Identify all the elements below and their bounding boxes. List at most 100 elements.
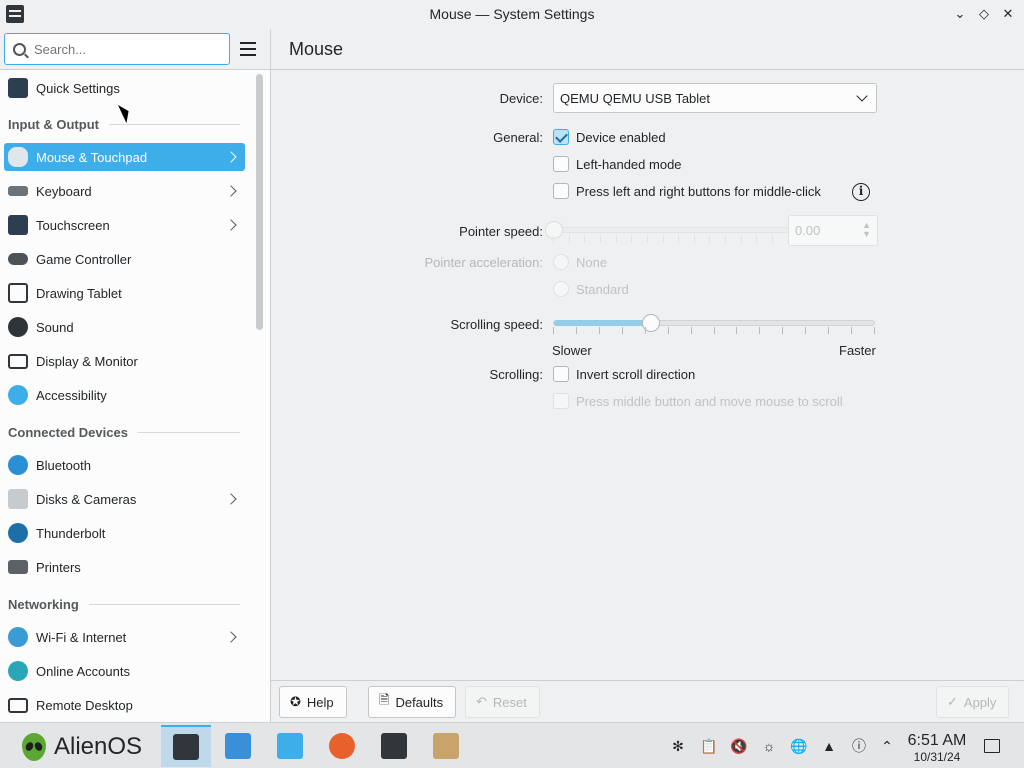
sidebar-item-remote-desktop[interactable]: Remote Desktop	[4, 691, 245, 719]
scrolling-speed-slider[interactable]	[553, 314, 875, 332]
keyboard-layout-icon[interactable]: ▲	[820, 737, 838, 755]
clock[interactable]: 6:51 AM 10/31/24	[905, 732, 969, 764]
slider-tick	[576, 327, 577, 334]
help-icon: ✪	[290, 694, 301, 709]
left-handed-checkbox[interactable]	[553, 156, 569, 172]
bluetooth-icon	[8, 455, 28, 475]
sidebar-item-drawing-tablet[interactable]: Drawing Tablet	[4, 279, 245, 307]
terminal-icon	[381, 733, 407, 759]
task-discover[interactable]	[213, 725, 263, 767]
sidebar-item-label: Drawing Tablet	[36, 285, 122, 301]
slider-tick	[736, 327, 737, 334]
show-desktop-icon[interactable]	[984, 739, 1000, 753]
invert-scroll-label[interactable]: Invert scroll direction	[576, 367, 695, 382]
gamepad-icon	[8, 253, 28, 265]
start-label: AlienOS	[54, 733, 143, 760]
search-icon	[13, 42, 26, 56]
clock-date: 10/31/24	[913, 750, 961, 764]
alien-logo-icon	[22, 733, 46, 761]
touchscreen-icon	[8, 215, 28, 235]
slider-tick	[622, 327, 623, 334]
section-header-connected-devices: Connected Devices	[8, 425, 240, 440]
undo-icon: ↶	[476, 694, 487, 709]
sidebar-item-game-controller[interactable]: Game Controller	[4, 245, 245, 273]
hamburger-menu-icon[interactable]	[240, 42, 258, 56]
device-combobox[interactable]: QEMU QEMU USB Tablet	[553, 83, 877, 113]
firefox-icon	[329, 733, 355, 759]
search-input[interactable]	[34, 41, 214, 57]
title-bar: Mouse — System Settings ⌄ ◇ ✕	[0, 0, 1024, 30]
slider-tick	[782, 327, 783, 334]
task-archive[interactable]	[421, 725, 471, 767]
store-icon	[225, 733, 251, 759]
accel-standard-radio	[553, 281, 569, 297]
sidebar-item-wifi-internet[interactable]: Wi-Fi & Internet	[4, 623, 245, 651]
brightness-icon[interactable]: ☼	[760, 737, 778, 755]
globe-icon	[8, 627, 28, 647]
sidebar-item-label: Printers	[36, 559, 81, 575]
sidebar-scrollbar[interactable]	[250, 70, 270, 722]
device-enabled-checkbox[interactable]	[553, 129, 569, 145]
sidebar-item-label: Display & Monitor	[36, 353, 138, 369]
task-terminal[interactable]	[369, 725, 419, 767]
sidebar-item-label: Remote Desktop	[36, 697, 133, 713]
chevron-right-icon	[225, 151, 237, 163]
sidebar-item-keyboard[interactable]: Keyboard	[4, 177, 245, 205]
pointer-acceleration-label: Pointer acceleration:	[424, 255, 543, 270]
task-system-settings[interactable]	[161, 725, 211, 767]
spin-arrows-icon: ▲ ▼	[862, 220, 871, 239]
task-file-manager[interactable]	[265, 725, 315, 767]
pointer-speed-spinbox: 0.00 ▲ ▼	[788, 215, 878, 246]
slider-tick	[553, 327, 554, 334]
sidebar-item-label: Keyboard	[36, 183, 92, 199]
middle-click-label[interactable]: Press left and right buttons for middle-…	[576, 184, 821, 199]
sidebar-item-label: Online Accounts	[36, 663, 130, 679]
sidebar-item-disks-cameras[interactable]: Disks & Cameras	[4, 485, 245, 513]
minimize-button[interactable]: ⌄	[950, 4, 970, 24]
search-box[interactable]	[4, 33, 230, 65]
clipboard-icon[interactable]: 📋	[700, 737, 718, 755]
slider-tick	[714, 327, 715, 334]
sidebar-item-sound[interactable]: Sound	[4, 313, 245, 341]
sidebar-item-label: Game Controller	[36, 251, 132, 267]
keyboard-icon	[8, 186, 28, 196]
scrolling-speed-label: Scrolling speed:	[450, 317, 544, 332]
task-firefox[interactable]	[317, 725, 367, 767]
sidebar-item-mouse-touchpad[interactable]: Mouse & Touchpad	[4, 143, 245, 171]
close-button[interactable]: ✕	[998, 4, 1018, 24]
volume-muted-icon[interactable]: 🔇	[730, 737, 748, 755]
defaults-button[interactable]: 🗎 Defaults	[368, 686, 457, 718]
sidebar-item-accessibility[interactable]: Accessibility	[4, 381, 245, 409]
sidebar-item-touchscreen[interactable]: Touchscreen	[4, 211, 245, 239]
sidebar-item-display-monitor[interactable]: Display & Monitor	[4, 347, 245, 375]
middle-click-checkbox[interactable]	[553, 183, 569, 199]
slider-tick	[691, 327, 692, 334]
network-activity-icon[interactable]: ✻	[669, 737, 687, 755]
reset-button-label: Reset	[492, 694, 527, 710]
slider-tick	[709, 236, 710, 243]
slider-tick	[616, 236, 617, 243]
device-enabled-label[interactable]: Device enabled	[576, 130, 666, 145]
network-icon[interactable]: 🌐	[790, 737, 808, 755]
info-icon[interactable]: i	[852, 183, 870, 201]
application-launcher[interactable]: AlienOS	[22, 733, 142, 761]
left-handed-label[interactable]: Left-handed mode	[576, 157, 682, 172]
middle-button-scroll-label: Press middle button and move mouse to sc…	[576, 394, 843, 409]
sidebar-item-printers[interactable]: Printers	[4, 553, 245, 581]
invert-scroll-checkbox[interactable]	[553, 366, 569, 382]
sidebar-item-quick-settings[interactable]: Quick Settings	[4, 74, 245, 102]
sidebar-item-bluetooth[interactable]: Bluetooth	[4, 451, 245, 479]
updates-icon[interactable]: ⓘ	[850, 737, 868, 755]
maximize-button[interactable]: ◇	[974, 4, 994, 24]
mouse-settings-panel: Device: QEMU QEMU USB Tablet General: De…	[271, 70, 1024, 680]
slider-tick	[759, 327, 760, 334]
sidebar-item-online-accounts[interactable]: Online Accounts	[4, 657, 245, 685]
sidebar-item-thunderbolt[interactable]: Thunderbolt	[4, 519, 245, 547]
quick-settings-icon	[8, 78, 28, 98]
mouse-icon	[8, 147, 28, 167]
help-button[interactable]: ✪ Help	[279, 686, 347, 718]
slider-tick	[600, 236, 601, 243]
slider-tick	[678, 236, 679, 243]
scrollbar-thumb[interactable]	[256, 74, 263, 330]
chevron-up-icon[interactable]: ⌃	[878, 737, 896, 755]
